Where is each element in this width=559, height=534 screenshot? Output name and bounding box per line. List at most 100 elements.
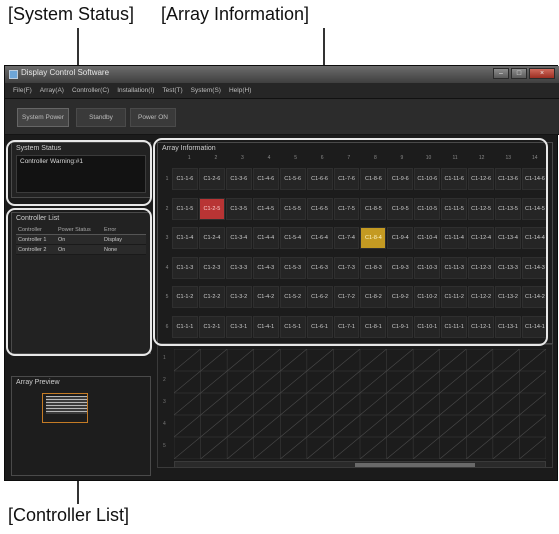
cabinet-cell[interactable]: C1-4-6 [252, 168, 279, 190]
cabinet-cell[interactable]: C1-1-5 [172, 197, 198, 220]
cabinet-cell[interactable]: C1-3-2 [225, 286, 252, 308]
cabinet-cell[interactable]: C1-13-2 [495, 286, 521, 308]
cabinet-cell[interactable]: C1-1-3 [172, 256, 198, 279]
cabinet-cell[interactable]: C1-14-5 [521, 197, 548, 220]
cabinet-cell[interactable]: C1-7-2 [333, 286, 360, 308]
cabinet-cell[interactable]: C1-4-5 [252, 197, 279, 220]
table-row[interactable]: Controller 1 On Display [16, 235, 146, 245]
menu-test[interactable]: Test(T) [162, 87, 182, 94]
preview-viewport-frame[interactable] [42, 393, 88, 423]
menu-system[interactable]: System(S) [191, 87, 221, 94]
cabinet-cell[interactable]: C1-9-4 [387, 227, 414, 249]
cabinet-cell[interactable]: C1-12-5 [468, 197, 495, 220]
cabinet-cell[interactable]: C1-4-2 [252, 286, 279, 308]
cabinet-cell[interactable]: C1-2-6 [198, 168, 225, 190]
cabinet-cell[interactable]: C1-10-3 [414, 256, 441, 279]
cabinet-cell[interactable]: C1-12-2 [468, 286, 495, 308]
cabinet-cell[interactable]: C1-11-3 [441, 256, 468, 279]
cabinet-cell[interactable]: C1-6-4 [306, 227, 333, 249]
cabinet-cell[interactable]: C1-11-1 [441, 315, 468, 338]
cabinet-cell[interactable]: C1-14-6 [521, 168, 548, 190]
column-header[interactable]: Error [104, 227, 146, 233]
cabinet-cell[interactable]: C1-3-1 [225, 315, 252, 338]
cabinet-cell[interactable]: C1-14-3 [521, 256, 548, 279]
minimize-icon[interactable]: – [493, 68, 509, 79]
menu-array[interactable]: Array(A) [40, 87, 64, 94]
cabinet-cell[interactable]: C1-3-3 [225, 256, 252, 279]
horizontal-scrollbar[interactable] [174, 461, 546, 468]
cabinet-cell[interactable]: C1-6-6 [306, 168, 333, 190]
cabinet-cell[interactable]: C1-9-6 [387, 168, 414, 190]
cabinet-cell[interactable]: C1-3-5 [225, 197, 252, 220]
cabinet-cell[interactable]: C1-12-6 [468, 168, 495, 190]
cabinet-cell[interactable]: C1-8-3 [360, 256, 387, 279]
menu-installation[interactable]: Installation(I) [117, 87, 154, 94]
cabinet-cell[interactable]: C1-10-1 [414, 315, 441, 338]
cabinet-cell[interactable]: C1-8-1 [360, 315, 387, 338]
array-grid-canvas[interactable] [174, 349, 546, 459]
cabinet-cell[interactable]: C1-5-2 [279, 286, 306, 308]
cabinet-cell[interactable]: C1-14-1 [521, 315, 548, 338]
cabinet-cell[interactable]: C1-2-3 [198, 256, 225, 279]
cabinet-cell[interactable]: C1-7-1 [333, 315, 360, 338]
cabinet-cell[interactable]: C1-13-5 [495, 197, 521, 220]
cabinet-cell[interactable]: C1-7-5 [333, 197, 360, 220]
cabinet-cell[interactable]: C1-3-4 [225, 227, 252, 249]
cabinet-cell[interactable]: C1-9-1 [387, 315, 414, 338]
cabinet-cell[interactable]: C1-2-4 [198, 227, 225, 249]
cabinet-cell[interactable]: C1-11-2 [441, 286, 468, 308]
cabinet-cell[interactable]: C1-10-2 [414, 286, 441, 308]
cabinet-cell[interactable]: C1-6-1 [306, 315, 333, 338]
cabinet-cell[interactable]: C1-5-6 [279, 168, 306, 190]
cabinet-cell[interactable]: C1-2-2 [198, 286, 225, 308]
cabinet-cell[interactable]: C1-5-1 [279, 315, 306, 338]
cabinet-cell[interactable]: C1-9-3 [387, 256, 414, 279]
cabinet-cell[interactable]: C1-13-4 [495, 227, 521, 249]
menu-help[interactable]: Help(H) [229, 87, 251, 94]
cabinet-cell[interactable]: C1-5-5 [279, 197, 306, 220]
cabinet-cell[interactable]: C1-11-6 [441, 168, 468, 190]
menu-controller[interactable]: Controller(C) [72, 87, 109, 94]
cabinet-cell[interactable]: C1-12-4 [468, 227, 495, 249]
menu-file[interactable]: File(F) [13, 87, 32, 94]
cabinet-cell[interactable]: C1-14-4 [521, 227, 548, 249]
cabinet-cell[interactable]: C1-3-6 [225, 168, 252, 190]
cabinet-cell[interactable]: C1-2-1 [198, 315, 225, 338]
cabinet-cell[interactable]: C1-5-3 [279, 256, 306, 279]
cabinet-cell[interactable]: C1-5-4 [279, 227, 306, 249]
cabinet-cell[interactable]: C1-1-6 [172, 168, 198, 190]
cabinet-cell[interactable]: C1-13-6 [495, 168, 521, 190]
cabinet-cell[interactable]: C1-9-5 [387, 197, 414, 220]
cabinet-cell[interactable]: C1-1-1 [172, 315, 198, 338]
cabinet-cell[interactable]: C1-8-6 [360, 168, 387, 190]
maximize-icon[interactable]: □ [511, 68, 527, 79]
cabinet-cell[interactable]: C1-11-5 [441, 197, 468, 220]
cabinet-cell[interactable]: C1-7-4 [333, 227, 360, 249]
cabinet-cell[interactable]: C1-10-4 [414, 227, 441, 249]
cabinet-cell[interactable]: C1-6-2 [306, 286, 333, 308]
cabinet-cell[interactable]: C1-12-3 [468, 256, 495, 279]
cabinet-cell[interactable]: C1-4-4 [252, 227, 279, 249]
cabinet-cell-error[interactable]: C1-2-5 [198, 197, 225, 220]
cabinet-cell[interactable]: C1-8-2 [360, 286, 387, 308]
cabinet-cell[interactable]: C1-8-5 [360, 197, 387, 220]
column-header[interactable]: Power Status [58, 227, 104, 233]
cabinet-cell[interactable]: C1-10-5 [414, 197, 441, 220]
cabinet-cell[interactable]: C1-13-1 [495, 315, 521, 338]
cabinet-cell[interactable]: C1-7-3 [333, 256, 360, 279]
cabinet-cell[interactable]: C1-1-4 [172, 227, 198, 249]
cabinet-cell[interactable]: C1-7-6 [333, 168, 360, 190]
cabinet-cell[interactable]: C1-1-2 [172, 286, 198, 308]
cabinet-cell[interactable]: C1-4-3 [252, 256, 279, 279]
scrollbar-thumb[interactable] [355, 463, 475, 467]
table-row[interactable]: Controller 2 On None [16, 245, 146, 255]
cabinet-cell[interactable]: C1-9-2 [387, 286, 414, 308]
cabinet-cell[interactable]: C1-6-5 [306, 197, 333, 220]
cabinet-cell[interactable]: C1-4-1 [252, 315, 279, 338]
cabinet-cell-warning[interactable]: C1-8-4 [360, 227, 387, 249]
power-on-button[interactable]: Power ON [130, 108, 176, 127]
system-power-button[interactable]: System Power [17, 108, 69, 127]
cabinet-cell[interactable]: C1-6-3 [306, 256, 333, 279]
cabinet-cell[interactable]: C1-12-1 [468, 315, 495, 338]
standby-button[interactable]: Standby [76, 108, 126, 127]
